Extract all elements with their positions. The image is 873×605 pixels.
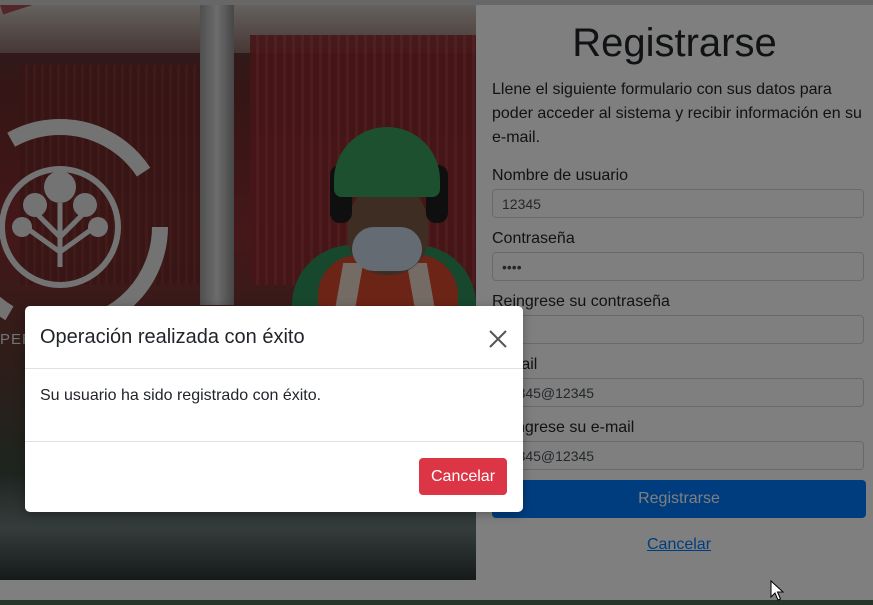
modal-backdrop[interactable] <box>0 0 873 605</box>
modal-header: Operación realizada con éxito <box>25 306 523 369</box>
modal-message: Su usuario ha sido registrado con éxito. <box>40 387 322 404</box>
close-icon[interactable] <box>483 324 513 354</box>
mouse-pointer-icon <box>770 580 784 601</box>
modal-title: Operación realizada con éxito <box>40 326 305 348</box>
success-modal: Operación realizada con éxito Su usuario… <box>25 306 523 512</box>
modal-cancel-button[interactable]: Cancelar <box>419 458 507 495</box>
